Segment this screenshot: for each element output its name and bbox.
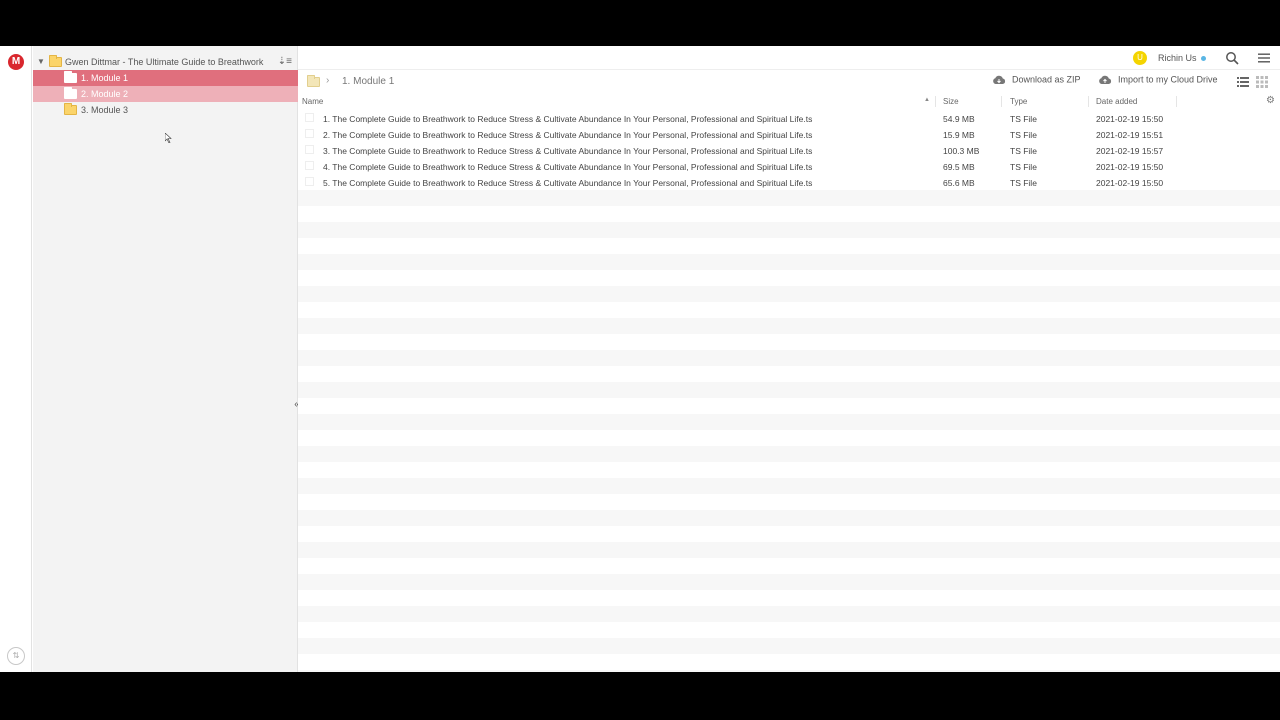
table-row[interactable]: 1. The Complete Guide to Breathwork to R… [298,110,1280,126]
tree-item-module-2[interactable]: 2. Module 2 [33,86,298,102]
file-type: TS File [1010,162,1037,172]
search-icon[interactable] [1225,51,1239,65]
column-divider [1088,96,1089,107]
mouse-cursor-icon [165,133,172,143]
column-header-type[interactable]: Type [1010,97,1027,106]
tree-item-label: 3. Module 3 [81,105,129,115]
caret-down-icon[interactable]: ▼ [37,57,45,66]
app-window: M ⇅ ▼ Gwen Dittmar - The Ultimate Guide … [0,46,1280,672]
tree-item-module-1[interactable]: 1. Module 1 [33,70,298,86]
file-size: 54.9 MB [943,114,975,124]
file-type: TS File [1010,130,1037,140]
cloud-upload-icon [1099,75,1112,84]
folder-icon [64,71,77,83]
file-name[interactable]: 2. The Complete Guide to Breathwork to R… [323,130,812,140]
empty-list-area [298,190,1280,672]
table-row[interactable]: 5. The Complete Guide to Breathwork to R… [298,174,1280,190]
folder-icon [64,103,77,115]
file-size: 65.6 MB [943,178,975,188]
file-type: TS File [1010,114,1037,124]
file-name[interactable]: 4. The Complete Guide to Breathwork to R… [323,162,812,172]
column-header-name[interactable]: Name [302,97,323,106]
column-header-size[interactable]: Size [943,97,959,106]
file-name[interactable]: 1. The Complete Guide to Breathwork to R… [323,114,812,124]
tree-root[interactable]: ▼ Gwen Dittmar - The Ultimate Guide to B… [33,54,298,70]
username[interactable]: Richin Us [1158,53,1197,63]
column-header-date[interactable]: Date added [1096,97,1137,106]
file-name[interactable]: 5. The Complete Guide to Breathwork to R… [323,178,812,188]
table-row[interactable]: 4. The Complete Guide to Breathwork to R… [298,158,1280,174]
top-bar: U Richin Us [298,46,1280,70]
hamburger-menu-icon[interactable] [1257,51,1271,65]
folder-icon [49,55,62,67]
tree-item-module-3[interactable]: 3. Module 3 [33,102,298,118]
file-date: 2021-02-19 15:50 [1096,162,1164,172]
download-zip-label: Download as ZIP [1012,74,1081,85]
mega-logo-icon[interactable]: M [8,54,24,70]
row-checkbox[interactable] [305,145,314,154]
file-type: TS File [1010,146,1037,156]
toolbar: › 1. Module 1 Download as ZIP Import to … [298,70,1280,94]
row-checkbox[interactable] [305,177,314,186]
column-divider [1001,96,1002,107]
gear-icon[interactable]: ⚙ [1266,95,1275,106]
file-date: 2021-02-19 15:57 [1096,146,1164,156]
file-size: 100.3 MB [943,146,980,156]
file-date: 2021-02-19 15:50 [1096,114,1164,124]
tree-item-label: 2. Module 2 [81,89,129,99]
file-date: 2021-02-19 15:51 [1096,130,1164,140]
column-divider [1176,96,1177,107]
table-row[interactable]: 2. The Complete Guide to Breathwork to R… [298,126,1280,142]
left-rail: M ⇅ [0,46,32,672]
row-checkbox[interactable] [305,129,314,138]
import-cloud-button[interactable]: Import to my Cloud Drive [1098,74,1218,90]
breadcrumb-folder-icon[interactable] [307,75,320,87]
file-size: 69.5 MB [943,162,975,172]
transfer-status-icon[interactable]: ⇅ [7,647,25,665]
file-name[interactable]: 3. The Complete Guide to Breathwork to R… [323,146,812,156]
file-browser: U Richin Us › 1. Module 1 Download as ZI… [298,46,1280,672]
status-dot-icon [1201,56,1206,61]
row-checkbox[interactable] [305,113,314,122]
column-divider [935,96,936,107]
file-list: 1. The Complete Guide to Breathwork to R… [298,110,1280,190]
avatar[interactable]: U [1133,51,1147,65]
breadcrumb-current[interactable]: 1. Module 1 [342,76,394,87]
row-checkbox[interactable] [305,161,314,170]
download-zip-button[interactable]: Download as ZIP [992,74,1081,90]
folder-icon [64,87,77,99]
table-row[interactable]: 3. The Complete Guide to Breathwork to R… [298,142,1280,158]
sort-icon[interactable]: ⇣≡ [278,56,292,67]
file-type: TS File [1010,178,1037,188]
import-cloud-label: Import to my Cloud Drive [1118,74,1218,85]
list-view-icon[interactable] [1237,76,1249,88]
table-header: Name ▲ Size Type Date added ⚙ [298,94,1280,109]
file-size: 15.9 MB [943,130,975,140]
tree-item-label: 1. Module 1 [81,73,129,83]
grid-view-icon[interactable] [1256,76,1268,88]
folder-tree: ▼ Gwen Dittmar - The Ultimate Guide to B… [33,46,298,672]
chevron-right-icon: › [326,75,330,86]
file-date: 2021-02-19 15:50 [1096,178,1164,188]
sort-ascending-icon[interactable]: ▲ [924,97,930,103]
tree-root-label: Gwen Dittmar - The Ultimate Guide to Bre… [65,57,264,67]
cloud-download-icon [993,75,1006,84]
